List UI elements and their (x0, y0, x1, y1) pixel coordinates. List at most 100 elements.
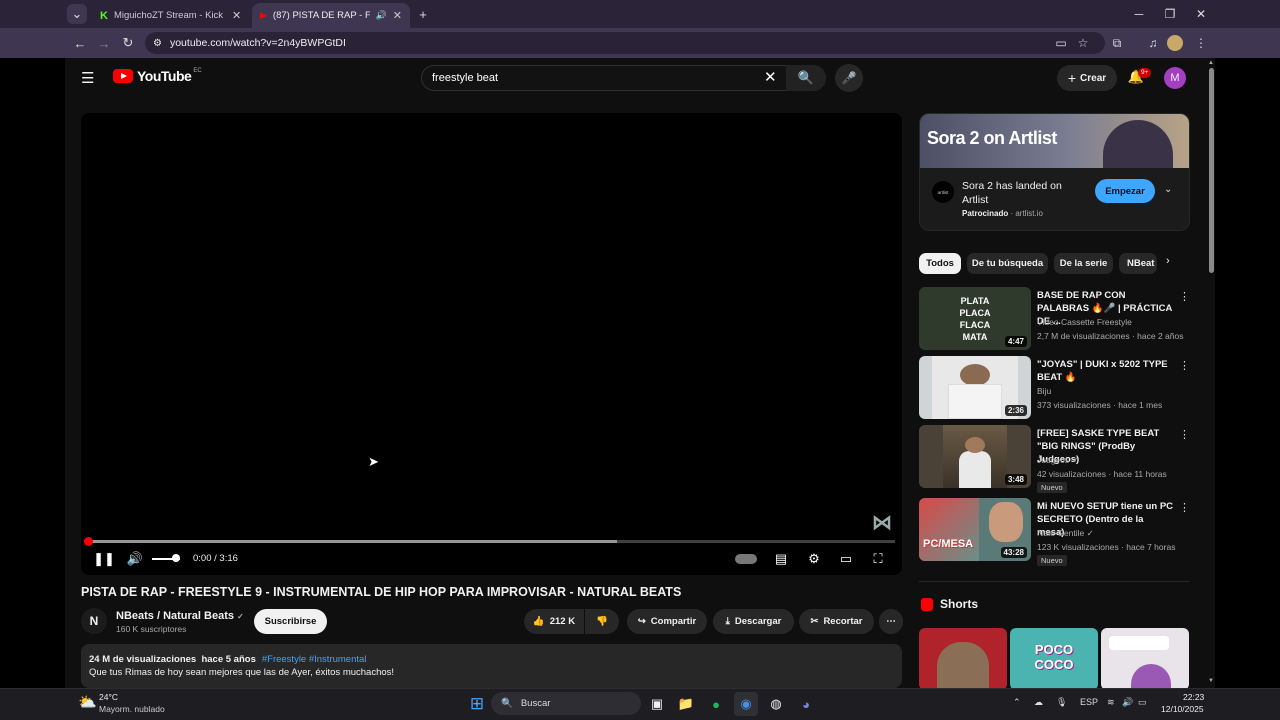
spotify-icon[interactable]: ● (704, 692, 728, 716)
more-vertical-icon[interactable]: ⋮ (1179, 290, 1190, 303)
subtitles-button[interactable]: ▤ (771, 550, 791, 568)
weather-icon[interactable]: ⛅ (78, 693, 97, 711)
chip-de-tu-busqueda[interactable]: De tu búsqueda (967, 253, 1048, 274)
reload-icon[interactable]: ↻ (117, 33, 139, 53)
clip-button[interactable]: ✂ Recortar (799, 609, 874, 634)
settings-button[interactable]: ⚙ (804, 550, 824, 568)
share-button[interactable]: ↪ Compartir (627, 609, 707, 634)
restore-window-icon[interactable]: ❐ (1155, 4, 1185, 24)
pause-button[interactable]: ❚❚ (93, 550, 115, 568)
rec-channel[interactable]: Biju (1037, 386, 1051, 396)
browser-menu-icon[interactable]: ⋮ (1191, 34, 1211, 52)
search-button[interactable]: 🔍 (786, 65, 826, 91)
browser-tab-kick[interactable]: K MiguichoZT Stream - Kick Dash ✕ (92, 3, 250, 28)
clock-date[interactable]: 12/10/2025 (1161, 704, 1204, 714)
video-thumbnail[interactable]: PLATA PLACA FLACA MATA 4:47 (919, 287, 1031, 350)
voice-search-button[interactable]: 🎤 (835, 64, 863, 92)
rec-channel[interactable]: Nate Gentile ✓ (1037, 528, 1094, 539)
short-thumbnail[interactable] (1101, 628, 1189, 690)
scroll-up-icon[interactable]: ▲ (1208, 60, 1214, 66)
channel-avatar[interactable]: N (81, 608, 107, 634)
chrome-icon[interactable]: ◉ (734, 692, 758, 716)
browser-tab-youtube[interactable]: ▶ (87) PISTA DE RAP - FREESTYL 🔊 ✕ (252, 3, 410, 28)
list-item[interactable]: 2:36 "JOYAS" | DUKI x 5202 TYPE BEAT 🔥 B… (919, 356, 1190, 420)
chip-todos[interactable]: Todos (919, 253, 961, 274)
speaker-icon[interactable]: 🔊 (1122, 697, 1133, 708)
subscribe-button[interactable]: Suscribirse (254, 609, 327, 634)
tray-overflow-icon[interactable]: ⌃ (1013, 697, 1021, 708)
chip-de-la-serie[interactable]: De la serie (1054, 253, 1113, 274)
minimize-window-icon[interactable]: ─ (1124, 4, 1154, 24)
volume-knob[interactable] (172, 554, 180, 562)
channel-name[interactable]: NBeats / Natural Beats ✓ (116, 610, 244, 622)
video-thumbnail[interactable]: 3:48 (919, 425, 1031, 488)
video-thumbnail[interactable]: 2:36 (919, 356, 1031, 419)
windows-start-icon[interactable]: ⊞ (465, 692, 489, 716)
file-explorer-icon[interactable]: 📁 (674, 692, 698, 716)
chip-nbeat[interactable]: NBeat (1119, 253, 1157, 274)
like-button[interactable]: 👍 212 K (524, 609, 584, 634)
clear-search-icon[interactable]: ✕ (764, 68, 777, 86)
autoplay-toggle[interactable] (734, 550, 758, 568)
address-bar[interactable]: ⚙ youtube.com/watch?v=2n4yBWPGtDI (145, 32, 1105, 54)
site-info-icon[interactable]: ⚙ (153, 38, 162, 49)
more-vertical-icon[interactable]: ⋮ (1179, 501, 1190, 514)
tab-audio-icon[interactable]: 🔊 (376, 10, 387, 21)
more-vertical-icon[interactable]: ⋮ (1179, 359, 1190, 372)
onedrive-icon[interactable]: ☁ (1034, 697, 1043, 708)
rec-channel[interactable]: Video Cassette Freestyle (1037, 317, 1132, 327)
scroll-down-icon[interactable]: ▼ (1208, 678, 1214, 684)
mute-button[interactable]: 🔊 (126, 550, 144, 568)
extensions-icon[interactable]: ⧉ (1107, 34, 1127, 52)
microphone-tray-icon[interactable]: 🎙 (1056, 697, 1067, 708)
list-item[interactable]: PC/MESA 43:28 Mi NUEVO SETUP tiene un PC… (919, 498, 1190, 566)
cast-icon[interactable]: ▭ (1051, 34, 1071, 52)
clock-time[interactable]: 22:23 (1183, 692, 1204, 702)
video-player[interactable] (81, 113, 902, 575)
more-actions-button[interactable]: ⋯ (879, 609, 903, 634)
scrollbar-thumb[interactable] (1209, 68, 1214, 273)
back-icon[interactable]: ← (69, 33, 91, 53)
task-view-icon[interactable]: ▣ (645, 692, 669, 716)
dislike-button[interactable]: 👎 (585, 609, 619, 634)
tab-close-icon[interactable]: ✕ (232, 9, 241, 22)
create-button[interactable]: + Crear (1057, 65, 1117, 91)
sponsored-ad-card[interactable]: Sora 2 on Artlist artlist Sora 2 has lan… (919, 113, 1190, 231)
discord-icon[interactable]: ◕ (794, 692, 818, 716)
tab-close-icon[interactable]: ✕ (393, 9, 402, 22)
chevron-right-icon[interactable]: › (1166, 255, 1170, 267)
rec-channel[interactable]: Judgeos ✓ (1037, 455, 1079, 466)
playhead[interactable] (84, 537, 93, 546)
rec-title[interactable]: "JOYAS" | DUKI x 5202 TYPE BEAT 🔥 (1037, 358, 1173, 384)
ad-start-button[interactable]: Empezar (1095, 179, 1155, 203)
language-indicator[interactable]: ESP (1080, 697, 1098, 707)
description-box[interactable] (81, 644, 902, 688)
forward-icon[interactable]: → (93, 33, 115, 53)
download-button[interactable]: ⤓ Descargar (713, 609, 794, 634)
wifi-icon[interactable]: ≋ (1107, 697, 1115, 708)
hashtags[interactable]: #Freestyle #Instrumental (262, 654, 367, 665)
bookmark-star-icon[interactable]: ☆ (1073, 34, 1093, 52)
channel-watermark-icon[interactable]: ⋈ (872, 510, 892, 535)
video-thumbnail[interactable]: PC/MESA 43:28 (919, 498, 1031, 561)
app-icon[interactable]: ◍ (764, 692, 788, 716)
short-thumbnail[interactable]: POCO COCO (1010, 628, 1098, 690)
list-item[interactable]: PLATA PLACA FLACA MATA 4:47 BASE DE RAP … (919, 287, 1190, 351)
close-window-icon[interactable]: ✕ (1186, 4, 1216, 24)
taskbar-search[interactable]: 🔍 Buscar (491, 692, 641, 715)
list-item[interactable]: 3:48 [FREE] SASKE TYPE BEAT "BIG RINGS" … (919, 425, 1190, 493)
more-vertical-icon[interactable]: ⋮ (1179, 428, 1190, 441)
tab-search-dropdown-icon[interactable]: ⌄ (67, 4, 87, 24)
profile-avatar-icon[interactable] (1167, 35, 1183, 51)
ad-headline[interactable]: Sora 2 has landed on Artlist (962, 179, 1087, 207)
media-controls-icon[interactable]: ♫ (1143, 34, 1163, 52)
fullscreen-button[interactable]: ⛶ (868, 550, 888, 568)
theater-mode-button[interactable]: ▭ (836, 550, 856, 568)
battery-icon[interactable]: ▭ (1138, 697, 1147, 708)
short-thumbnail[interactable] (919, 628, 1007, 690)
chevron-down-icon[interactable]: ⌄ (1164, 184, 1172, 195)
new-tab-icon[interactable]: + (412, 4, 434, 24)
account-avatar[interactable]: M (1164, 67, 1186, 89)
hamburger-menu-icon[interactable]: ☰ (81, 69, 94, 87)
youtube-logo[interactable]: YouTube EC (113, 68, 202, 84)
